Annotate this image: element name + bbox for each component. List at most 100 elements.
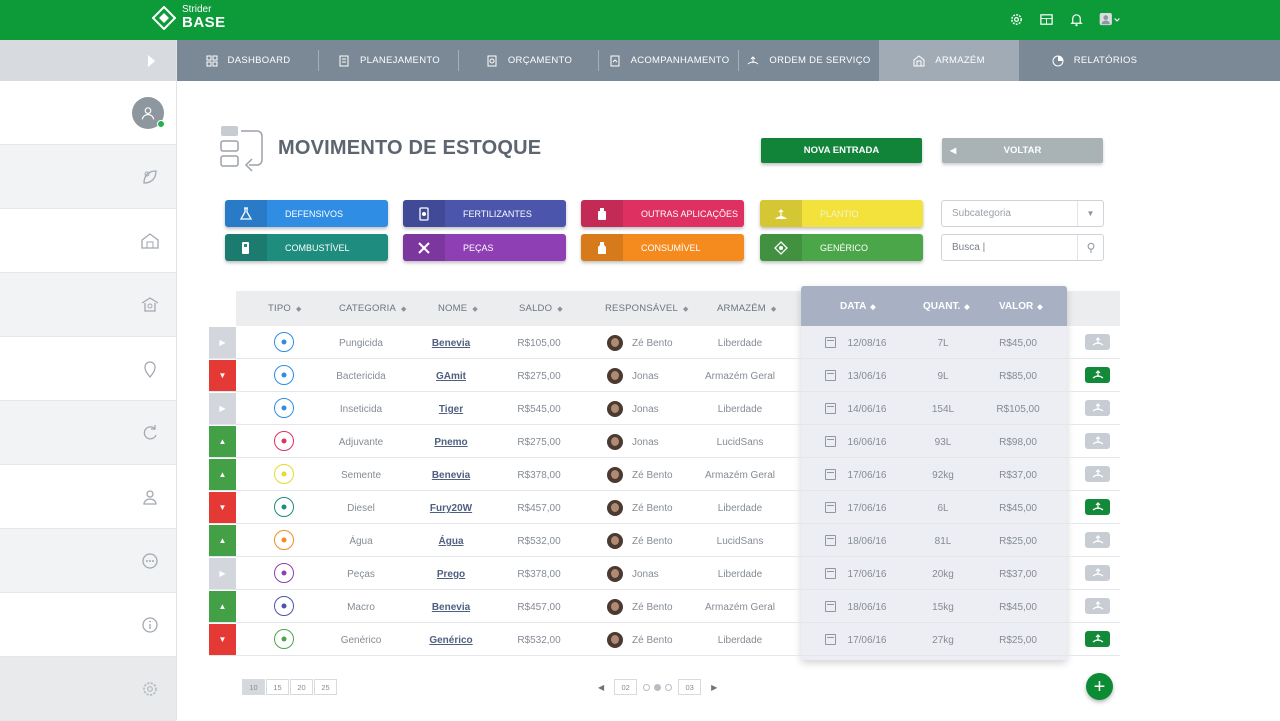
col-categoria[interactable]: CATEGORIA ◆ <box>339 303 407 314</box>
sidebar-item-info[interactable] <box>0 593 176 657</box>
category-button-7[interactable]: GENÉRICO <box>760 234 923 261</box>
category-button-3[interactable]: PLANTIO <box>760 200 923 227</box>
nav-item-5[interactable]: ARMAZÉM <box>879 40 1019 81</box>
sidebar-item-warehouse[interactable] <box>0 273 176 337</box>
category-button-5[interactable]: PEÇAS <box>403 234 566 261</box>
cell-categoria: Bactericida <box>336 371 386 382</box>
sidebar-item-farm[interactable] <box>0 209 176 273</box>
table-row[interactable]: ▶ Pungicida Benevia R$105,00 Zé Bento Liberda… <box>209 326 1120 359</box>
cell-nome-link[interactable]: Genérico <box>429 635 472 646</box>
chevron-down-icon[interactable]: ▼ <box>1077 201 1103 226</box>
next-page-arrow[interactable]: ▶ <box>705 683 723 692</box>
service-order-action-button[interactable] <box>1085 334 1110 350</box>
bell-icon[interactable] <box>1068 11 1084 27</box>
table-row[interactable]: ▲ Adjuvante Pnemo R$275,00 Jonas LucidSans 16/… <box>209 425 1120 458</box>
table-row[interactable]: ▼ Genérico Genérico R$532,00 Zé Bento Liberda… <box>209 623 1120 656</box>
new-entry-button[interactable]: NOVA ENTRADA <box>761 138 922 163</box>
service-order-action-button[interactable] <box>1085 532 1110 548</box>
sidebar-item-crops[interactable] <box>0 145 176 209</box>
table-row[interactable]: ▲ Macro Benevia R$457,00 Zé Bento Armazém Ger… <box>209 590 1120 623</box>
search-pin-icon[interactable] <box>1077 235 1103 260</box>
service-order-action-button[interactable] <box>1085 631 1110 647</box>
avatar <box>607 368 623 384</box>
page-size-option[interactable]: 10 <box>242 679 265 695</box>
movement-direction-marker: ▲ <box>209 459 236 490</box>
category-button-1[interactable]: FERTILIZANTES <box>403 200 566 227</box>
add-button[interactable]: + <box>1086 673 1113 700</box>
nav-item-6[interactable]: RELATÓRIOS <box>1019 40 1170 81</box>
cell-quant: 15kg <box>932 602 954 613</box>
sort-icon: ◆ <box>472 306 478 313</box>
nav-item-0[interactable]: DASHBOARD <box>177 40 319 81</box>
page-dot[interactable] <box>665 683 673 691</box>
cell-nome-link[interactable]: Prego <box>437 569 465 580</box>
service-order-action-button[interactable] <box>1085 598 1110 614</box>
back-button[interactable]: ◀ VOLTAR <box>942 138 1103 163</box>
category-button-2[interactable]: OUTRAS APLICAÇÕES <box>581 200 744 227</box>
category-button-0[interactable]: DEFENSIVOS <box>225 200 388 227</box>
avatar[interactable] <box>132 96 165 129</box>
col-quant[interactable]: QUANT. ◆ <box>923 301 970 312</box>
sidebar-item-people[interactable] <box>0 465 176 529</box>
table-row[interactable]: ▶ Peças Prego R$378,00 Jonas Liberdade 17/06/1… <box>209 557 1120 590</box>
sort-icon: ◆ <box>870 304 876 311</box>
col-responsavel[interactable]: RESPONSÁVEL ◆ <box>605 303 689 314</box>
service-order-action-button[interactable] <box>1085 466 1110 482</box>
sidebar-item-locations[interactable] <box>0 337 176 401</box>
next-page-number[interactable]: 03 <box>678 679 702 695</box>
prev-page-number[interactable]: 02 <box>614 679 638 695</box>
nav-item-4[interactable]: ORDEM DE SERVIÇO <box>739 40 879 81</box>
col-saldo[interactable]: SALDO ◆ <box>519 303 563 314</box>
nav-item-3[interactable]: ACOMPANHAMENTO <box>599 40 739 81</box>
page-size-option[interactable]: 15 <box>266 679 289 695</box>
table-row[interactable]: ▼ Bactericida GAmit R$275,00 Jonas Armazém Ge… <box>209 359 1120 392</box>
cell-categoria: Pungicida <box>339 338 383 349</box>
sidebar-item-sync[interactable] <box>0 401 176 465</box>
service-order-action-button[interactable] <box>1085 433 1110 449</box>
service-order-action-button[interactable] <box>1085 565 1110 581</box>
service-order-action-button[interactable] <box>1085 367 1110 383</box>
col-tipo[interactable]: TIPO ◆ <box>268 303 302 314</box>
col-data[interactable]: DATA ◆ <box>840 301 876 312</box>
calculator-icon[interactable] <box>1038 11 1054 27</box>
gear-icon[interactable] <box>1008 11 1024 27</box>
user-menu-icon[interactable] <box>1098 11 1122 27</box>
nav-item-1[interactable]: PLANEJAMENTO <box>319 40 459 81</box>
cell-nome-link[interactable]: Benevia <box>432 602 470 613</box>
page-size-option[interactable]: 20 <box>290 679 313 695</box>
page-dot[interactable] <box>643 683 651 691</box>
subcategory-select[interactable]: Subcategoria ▼ <box>941 200 1104 227</box>
cell-nome-link[interactable]: GAmit <box>436 371 466 382</box>
table-row[interactable]: ▶ Inseticida Tiger R$545,00 Jonas Liberdade 14… <box>209 392 1120 425</box>
search-input[interactable]: Busca | <box>941 234 1104 261</box>
sidebar-item-more[interactable] <box>0 529 176 593</box>
service-order-icon <box>1092 436 1103 445</box>
cell-nome-link[interactable]: Tiger <box>439 404 463 415</box>
sidebar-toggle[interactable] <box>0 40 176 81</box>
cell-nome-link[interactable]: Água <box>439 536 464 547</box>
sort-icon: ◆ <box>401 306 407 313</box>
page-dot[interactable] <box>654 683 662 691</box>
table-row[interactable]: ▲ Semente Benevia R$378,00 Zé Bento Armazém G… <box>209 458 1120 491</box>
sidebar-item-settings[interactable] <box>0 657 176 721</box>
cell-nome-link[interactable]: Benevia <box>432 470 470 481</box>
category-type-icon <box>274 365 294 385</box>
cell-nome-link[interactable]: Fury20W <box>430 503 472 514</box>
page-size-option[interactable]: 25 <box>314 679 337 695</box>
sidebar-item-user[interactable] <box>0 81 176 145</box>
category-button-6[interactable]: CONSUMÍVEL <box>581 234 744 261</box>
col-nome[interactable]: NOME ◆ <box>438 303 478 314</box>
service-order-action-button[interactable] <box>1085 499 1110 515</box>
prev-page-arrow[interactable]: ◀ <box>592 683 610 692</box>
col-valor[interactable]: VALOR ◆ <box>999 301 1043 312</box>
cell-nome-link[interactable]: Benevia <box>432 338 470 349</box>
table-row[interactable]: ▼ Diesel Fury20W R$457,00 Zé Bento Liberdade 1… <box>209 491 1120 524</box>
col-armazem[interactable]: ARMAZÉM ◆ <box>717 303 777 314</box>
cell-armazem: Liberdade <box>717 569 763 580</box>
table-row[interactable]: ▲ Água Água R$532,00 Zé Bento LucidSans 18/06/… <box>209 524 1120 557</box>
nav-item-2[interactable]: ORÇAMENTO <box>459 40 599 81</box>
logo[interactable]: Strider BASE <box>151 5 226 30</box>
service-order-action-button[interactable] <box>1085 400 1110 416</box>
category-button-4[interactable]: COMBUSTÍVEL <box>225 234 388 261</box>
cell-nome-link[interactable]: Pnemo <box>434 437 467 448</box>
